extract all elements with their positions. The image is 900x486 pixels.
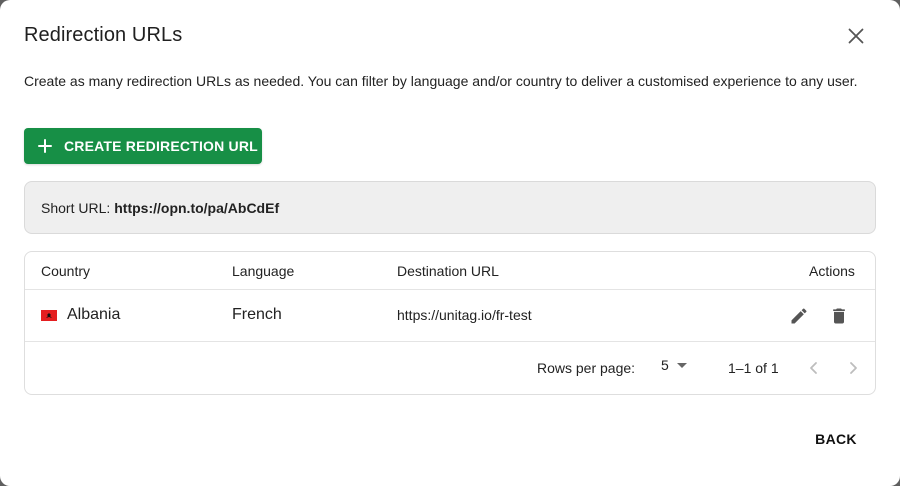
create-redirection-url-label: CREATE REDIRECTION URL [64,138,258,154]
row-country: Albania [67,306,121,323]
short-url-label: Short URL: [41,199,111,216]
redirection-urls-dialog: Redirection URLs Create as many redirect… [0,0,900,486]
close-icon [848,28,864,44]
dialog-description: Create as many redirection URLs as neede… [24,73,858,89]
previous-page-button[interactable] [802,356,826,380]
table-row: Albania French https://unitag.io/fr-test [25,290,875,342]
rows-per-page-label: Rows per page: [537,360,636,376]
albania-flag-icon [41,310,57,321]
back-button[interactable]: BACK [806,424,866,454]
row-language: French [232,306,282,323]
close-button[interactable] [840,20,872,52]
dialog-title: Redirection URLs [24,24,183,46]
dropdown-arrow-icon [676,363,687,368]
edit-button[interactable] [787,304,811,328]
table-header: Country Language Destination URL Actions [25,252,875,290]
column-header-destination-url: Destination URL [397,263,499,279]
delete-icon [833,308,845,324]
next-page-button[interactable] [841,356,865,380]
chevron-right-icon [850,362,857,374]
edit-icon [791,308,807,324]
row-destination-url: https://unitag.io/fr-test [397,307,532,323]
short-url-box: Short URL: https://opn.to/pa/AbCdEf [24,181,876,234]
plus-icon [38,139,52,153]
column-header-country: Country [41,263,91,279]
pagination-range: 1–1 of 1 [728,360,779,376]
rows-per-page-select[interactable]: 5 [661,357,689,373]
column-header-language: Language [232,263,295,279]
create-redirection-url-button[interactable]: CREATE REDIRECTION URL [24,128,262,164]
delete-button[interactable] [827,304,851,328]
redirection-table: Country Language Destination URL Actions… [24,251,876,395]
column-header-actions: Actions [809,263,855,279]
rows-per-page-value: 5 [661,357,669,373]
chevron-left-icon [810,362,817,374]
table-pagination: Rows per page: 5 1–1 of 1 [25,343,875,394]
short-url-value: https://opn.to/pa/AbCdEf [114,199,280,216]
